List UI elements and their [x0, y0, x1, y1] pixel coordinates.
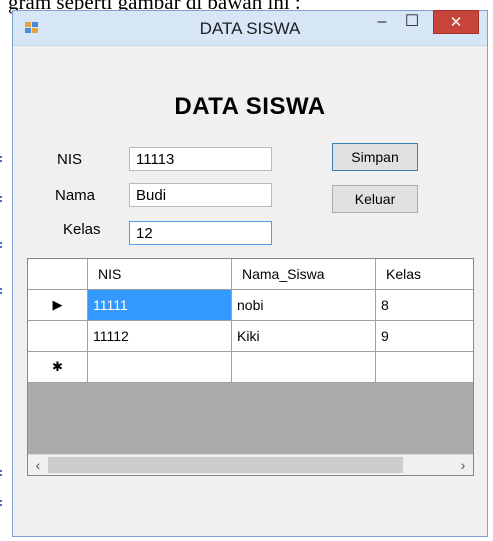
nama-label: Nama — [55, 187, 96, 204]
table-cell-kelas[interactable]: 8 — [376, 290, 473, 321]
margin-marker — [0, 156, 10, 162]
horizontal-scrollbar[interactable]: ‹ › — [28, 454, 473, 475]
current-row-arrow-icon[interactable]: ▶ — [28, 290, 88, 321]
scroll-right-icon[interactable]: › — [453, 455, 473, 475]
table-cell-nis[interactable] — [88, 352, 232, 383]
row-header[interactable] — [28, 321, 88, 352]
table-row[interactable]: 11112 Kiki 9 — [28, 321, 473, 352]
margin-marker — [0, 500, 10, 506]
table-row[interactable]: ▶ 11111 nobi 8 — [28, 290, 473, 321]
margin-marker — [0, 196, 10, 202]
nis-label: NIS — [57, 151, 83, 168]
new-row[interactable]: ✱ — [28, 352, 473, 383]
margin-marker — [0, 288, 10, 294]
keluar-button[interactable]: Keluar — [332, 185, 418, 213]
column-header-nama-siswa[interactable]: Nama_Siswa — [232, 259, 376, 290]
simpan-button[interactable]: Simpan — [332, 143, 418, 171]
margin-marker — [0, 470, 10, 476]
minimize-icon[interactable]: – — [367, 11, 397, 35]
table-cell-kelas[interactable] — [376, 352, 473, 383]
kelas-label: Kelas — [63, 221, 101, 238]
new-row-asterisk-icon[interactable]: ✱ — [28, 352, 88, 383]
nis-input[interactable]: 11113 — [129, 147, 272, 171]
nama-input[interactable]: Budi — [129, 183, 272, 207]
scroll-left-icon[interactable]: ‹ — [28, 455, 48, 475]
document-margin — [0, 60, 12, 541]
maximize-icon[interactable]: ☐ — [397, 11, 427, 35]
table-cell-kelas[interactable]: 9 — [376, 321, 473, 352]
form-heading: DATA SISWA — [174, 93, 326, 120]
table-cell-nama[interactable] — [232, 352, 376, 383]
kelas-input[interactable]: 12 — [129, 221, 272, 245]
table-cell-nis[interactable]: 11111 — [88, 290, 232, 321]
column-header-kelas[interactable]: Kelas — [376, 259, 473, 290]
column-header-nis[interactable]: NIS — [88, 259, 232, 290]
scroll-thumb[interactable] — [48, 457, 403, 473]
title-bar[interactable]: DATA SISWA – ☐ ✕ — [13, 10, 487, 46]
table-cell-nis[interactable]: 11112 — [88, 321, 232, 352]
data-siswa-window: DATA SISWA – ☐ ✕ DATA SISWA NIS 11113 Na… — [12, 10, 488, 537]
grid-corner-header[interactable] — [28, 259, 88, 290]
close-icon[interactable]: ✕ — [433, 10, 479, 34]
margin-marker — [0, 242, 10, 248]
table-cell-nama[interactable]: Kiki — [232, 321, 376, 352]
grid-header-row: NIS Nama_Siswa Kelas — [28, 259, 473, 290]
siswa-data-grid[interactable]: NIS Nama_Siswa Kelas ▶ 11111 nobi 8 1111… — [27, 258, 474, 476]
table-cell-nama[interactable]: nobi — [232, 290, 376, 321]
